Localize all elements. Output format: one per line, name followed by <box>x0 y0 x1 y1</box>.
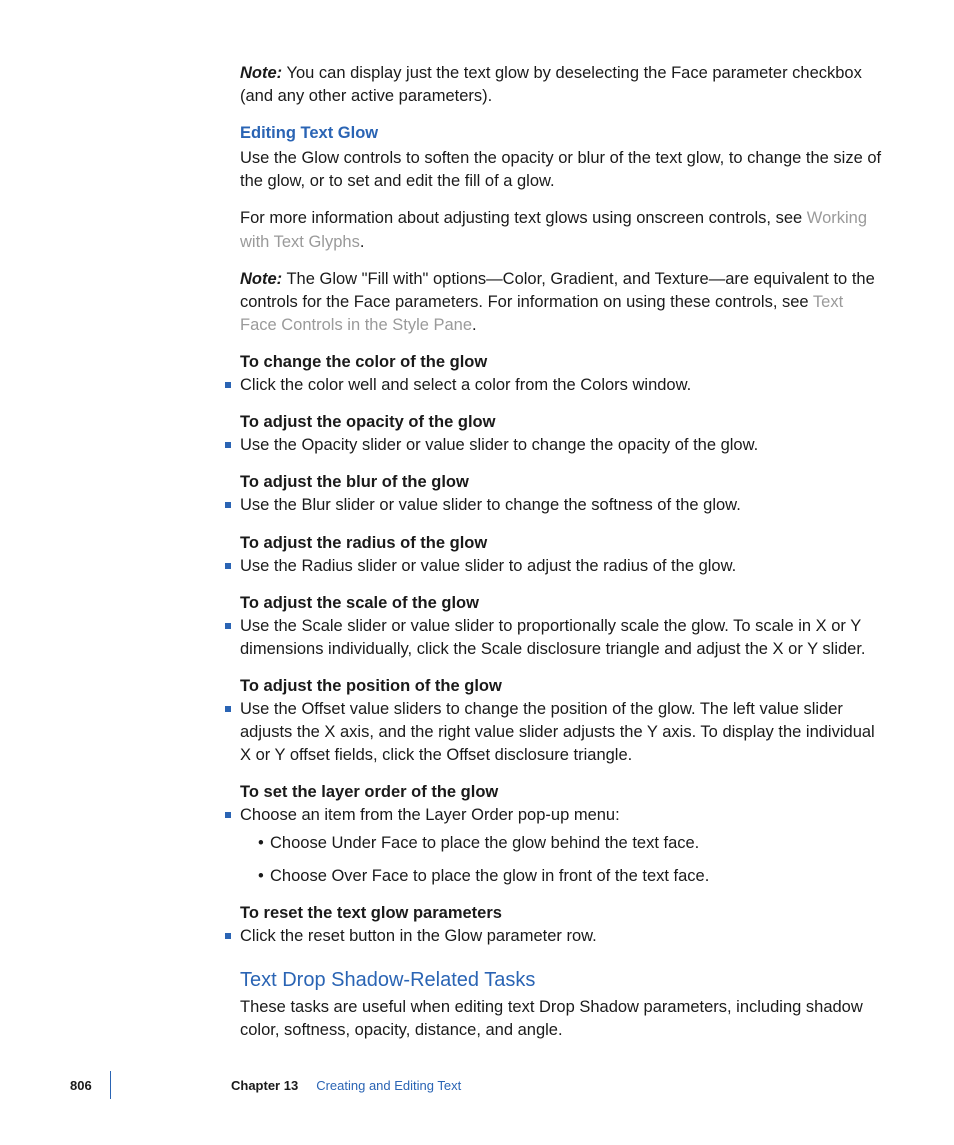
page-footer: 806 Chapter 13 Creating and Editing Text <box>0 1071 954 1099</box>
list-item: Use the Radius slider or value slider to… <box>240 555 884 578</box>
note-label: Note: <box>240 270 282 288</box>
task-list: Use the Scale slider or value slider to … <box>240 615 884 661</box>
task-title: To change the color of the glow <box>240 351 884 374</box>
chapter-title: Creating and Editing Text <box>316 1078 461 1093</box>
note-paragraph: Note: You can display just the text glow… <box>240 62 884 108</box>
list-item-text: Choose an item from the Layer Order pop-… <box>240 806 620 824</box>
crossref-paragraph: For more information about adjusting tex… <box>240 207 884 253</box>
task-title: To adjust the opacity of the glow <box>240 411 884 434</box>
footer-divider <box>110 1071 111 1099</box>
list-item: Use the Opacity slider or value slider t… <box>240 434 884 457</box>
task-title: To adjust the blur of the glow <box>240 471 884 494</box>
list-item: Use the Blur slider or value slider to c… <box>240 494 884 517</box>
task-title: To adjust the radius of the glow <box>240 532 884 555</box>
list-item: Click the reset button in the Glow param… <box>240 925 884 948</box>
sub-list-item: Choose Over Face to place the glow in fr… <box>258 865 884 888</box>
sub-list-item: Choose Under Face to place the glow behi… <box>258 832 884 855</box>
list-item: Choose an item from the Layer Order pop-… <box>240 804 884 887</box>
list-item: Use the Offset value sliders to change t… <box>240 698 884 767</box>
note-text: The Glow "Fill with" options—Color, Grad… <box>240 270 875 311</box>
task-list: Use the Radius slider or value slider to… <box>240 555 884 578</box>
section-intro: These tasks are useful when editing text… <box>240 996 884 1042</box>
section-intro: Use the Glow controls to soften the opac… <box>240 147 884 193</box>
list-item: Use the Scale slider or value slider to … <box>240 615 884 661</box>
page-number: 806 <box>70 1078 110 1093</box>
task-title: To reset the text glow parameters <box>240 902 884 925</box>
page: Note: You can display just the text glow… <box>0 0 954 1145</box>
chapter-label: Chapter 13 <box>231 1078 298 1093</box>
crossref-pre: For more information about adjusting tex… <box>240 209 807 227</box>
content-area: Note: You can display just the text glow… <box>240 62 884 1042</box>
note-paragraph: Note: The Glow "Fill with" options—Color… <box>240 268 884 337</box>
crossref-post: . <box>360 233 365 251</box>
task-list: Use the Opacity slider or value slider t… <box>240 434 884 457</box>
task-list: Use the Blur slider or value slider to c… <box>240 494 884 517</box>
task-list: Use the Offset value sliders to change t… <box>240 698 884 767</box>
heading-editing-text-glow: Editing Text Glow <box>240 122 884 145</box>
list-item: Click the color well and select a color … <box>240 374 884 397</box>
note-label: Note: <box>240 64 282 82</box>
task-list: Choose an item from the Layer Order pop-… <box>240 804 884 887</box>
note-after: . <box>472 316 477 334</box>
task-title: To adjust the position of the glow <box>240 675 884 698</box>
sub-list: Choose Under Face to place the glow behi… <box>258 832 884 888</box>
task-title: To adjust the scale of the glow <box>240 592 884 615</box>
task-list: Click the reset button in the Glow param… <box>240 925 884 948</box>
task-list: Click the color well and select a color … <box>240 374 884 397</box>
note-text: You can display just the text glow by de… <box>240 64 862 105</box>
heading-drop-shadow: Text Drop Shadow-Related Tasks <box>240 966 884 994</box>
task-title: To set the layer order of the glow <box>240 781 884 804</box>
